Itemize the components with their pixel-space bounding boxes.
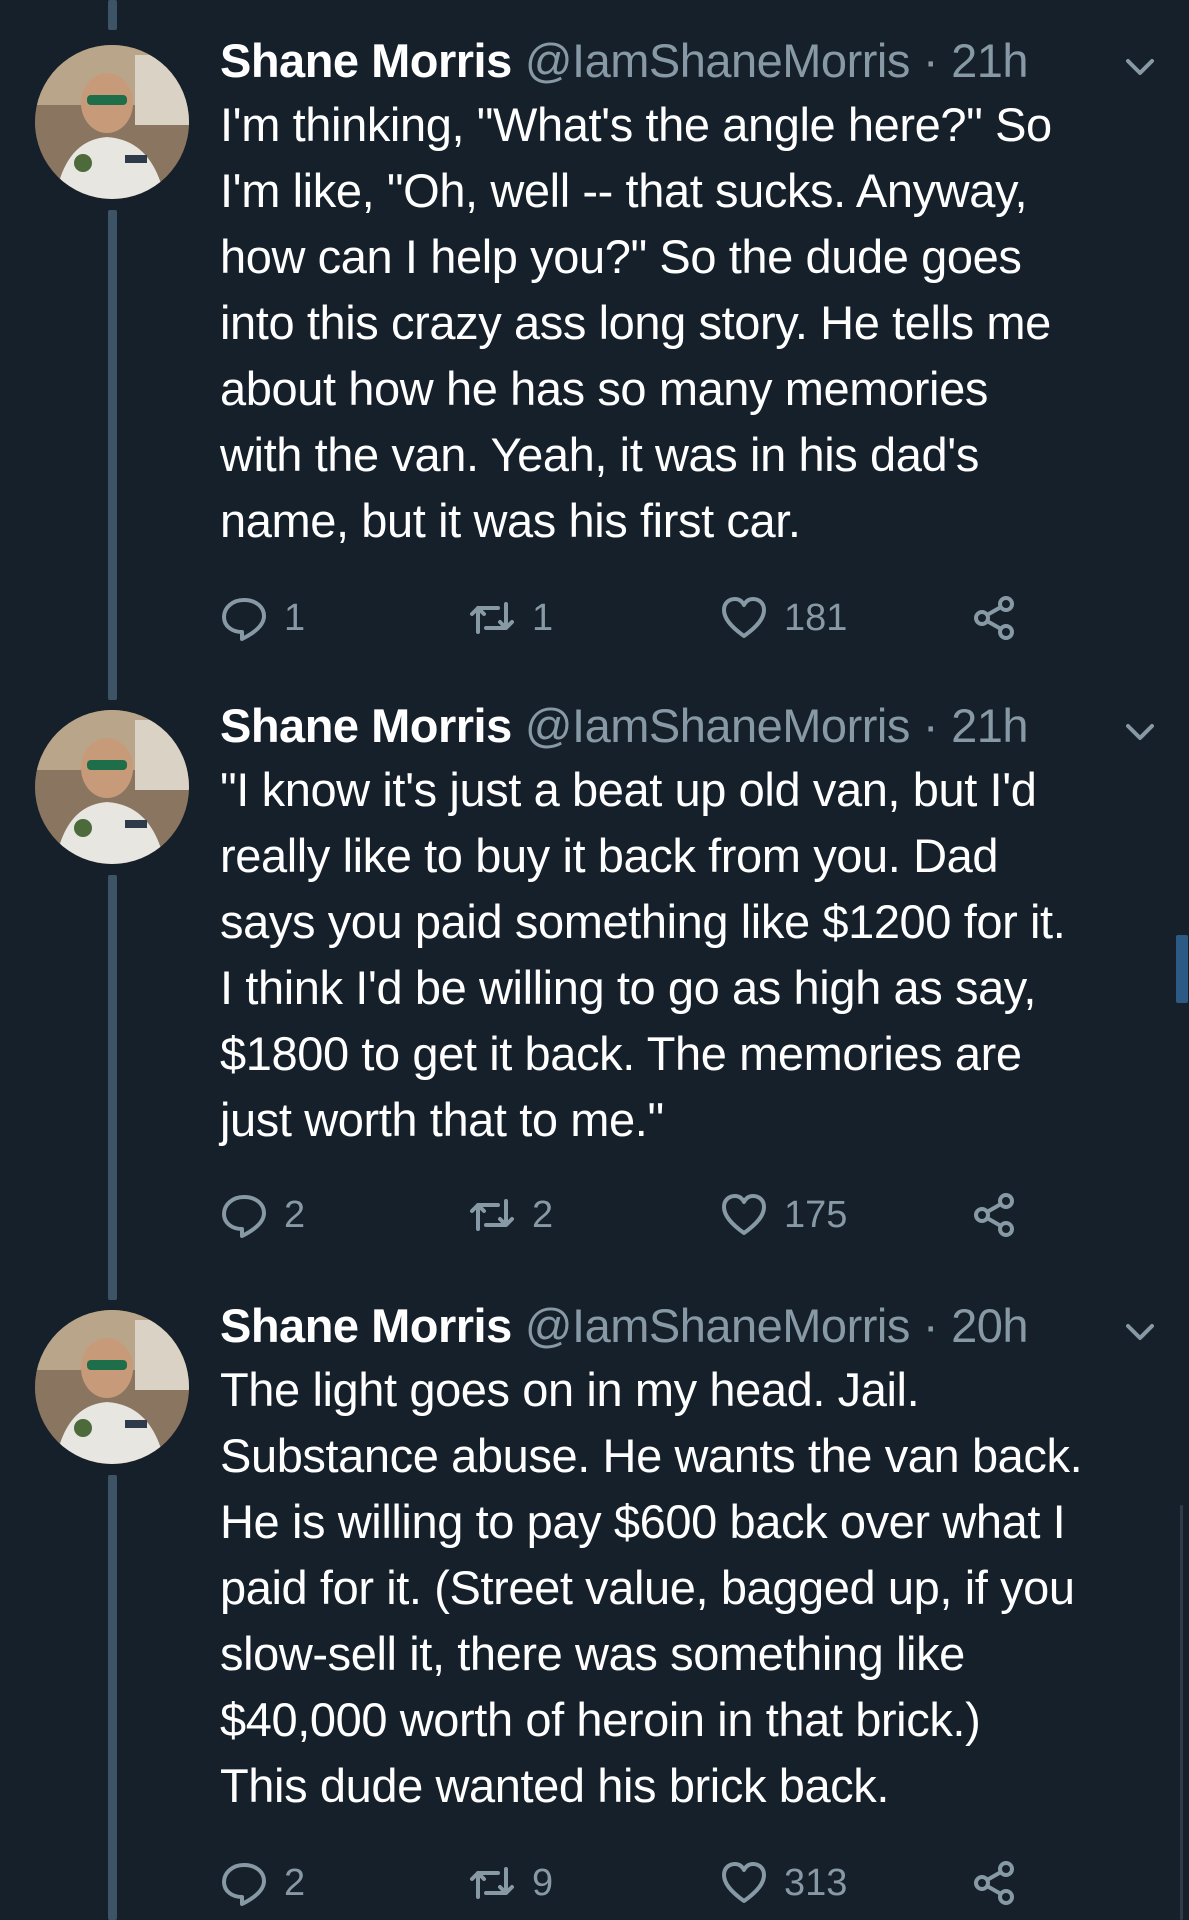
reply-count: 1 — [284, 596, 306, 639]
chevron-down-icon[interactable] — [1118, 710, 1162, 754]
share-button[interactable] — [970, 1855, 1034, 1911]
retweet-count: 9 — [532, 1861, 554, 1904]
thread-line — [108, 875, 117, 1300]
retweet-button[interactable]: 9 — [468, 1855, 553, 1911]
tweet-content: Shane Morris @IamShaneMorris · 21h I'm t… — [220, 30, 1150, 554]
avatar[interactable] — [35, 1310, 189, 1464]
author-name[interactable]: Shane Morris — [220, 34, 512, 87]
timestamp[interactable]: 21h — [951, 699, 1028, 752]
reply-icon — [222, 1863, 266, 1906]
retweet-icon — [470, 1199, 514, 1231]
separator: · — [922, 34, 939, 87]
retweet-icon — [470, 1867, 514, 1899]
like-count: 175 — [784, 1193, 848, 1236]
author-handle[interactable]: @IamShaneMorris — [525, 699, 911, 752]
retweet-count: 2 — [532, 1193, 554, 1236]
like-count: 313 — [784, 1861, 848, 1904]
author-name[interactable]: Shane Morris — [220, 1299, 512, 1352]
reply-icon — [222, 1195, 266, 1238]
thread-line — [108, 1475, 117, 1920]
tweet-text: I'm thinking, "What's the angle here?" S… — [220, 98, 1052, 547]
share-button[interactable] — [970, 1187, 1034, 1243]
tweet-header: Shane Morris @IamShaneMorris · 21h — [220, 695, 1150, 757]
separator: · — [922, 1299, 939, 1352]
thread-line — [108, 0, 117, 30]
scrollbar[interactable] — [1176, 935, 1188, 1003]
scroll-track — [1180, 1505, 1183, 1920]
like-count: 181 — [784, 596, 848, 639]
author-handle[interactable]: @IamShaneMorris — [525, 34, 911, 87]
share-button[interactable] — [970, 590, 1034, 646]
share-icon — [974, 1193, 1014, 1237]
like-button[interactable]: 313 — [720, 1855, 847, 1911]
timestamp[interactable]: 21h — [951, 34, 1028, 87]
separator: · — [922, 699, 939, 752]
timestamp[interactable]: 20h — [951, 1299, 1028, 1352]
retweet-count: 1 — [532, 596, 554, 639]
reply-count: 2 — [284, 1193, 306, 1236]
chevron-down-icon[interactable] — [1118, 1310, 1162, 1354]
like-button[interactable]: 181 — [720, 590, 847, 646]
share-icon — [974, 1861, 1014, 1905]
share-icon — [974, 596, 1014, 640]
heart-icon — [722, 1862, 766, 1903]
author-name[interactable]: Shane Morris — [220, 699, 512, 752]
reply-button[interactable]: 2 — [220, 1855, 305, 1911]
reply-button[interactable]: 1 — [220, 590, 305, 646]
tweet-text: "I know it's just a beat up old van, but… — [220, 763, 1066, 1146]
reply-icon — [222, 598, 266, 641]
heart-icon — [722, 1194, 766, 1235]
tweet-actions: 2 2 175 — [220, 1187, 1120, 1243]
retweet-icon — [470, 602, 514, 634]
tweet-header: Shane Morris @IamShaneMorris · 20h — [220, 1295, 1150, 1357]
like-button[interactable]: 175 — [720, 1187, 847, 1243]
avatar[interactable] — [35, 710, 189, 864]
tweet-header: Shane Morris @IamShaneMorris · 21h — [220, 30, 1150, 92]
avatar[interactable] — [35, 45, 189, 199]
thread-line — [108, 210, 117, 700]
reply-count: 2 — [284, 1861, 306, 1904]
tweet-content: Shane Morris @IamShaneMorris · 21h "I kn… — [220, 695, 1150, 1153]
tweet-text: The light goes on in my head. Jail. Subs… — [220, 1363, 1083, 1812]
tweet-content: Shane Morris @IamShaneMorris · 20h The l… — [220, 1295, 1150, 1819]
reply-button[interactable]: 2 — [220, 1187, 305, 1243]
retweet-button[interactable]: 1 — [468, 590, 553, 646]
heart-icon — [722, 597, 766, 638]
retweet-button[interactable]: 2 — [468, 1187, 553, 1243]
tweet-actions: 1 1 181 — [220, 590, 1120, 646]
chevron-down-icon[interactable] — [1118, 45, 1162, 89]
tweet-actions: 2 9 313 — [220, 1855, 1120, 1911]
author-handle[interactable]: @IamShaneMorris — [525, 1299, 911, 1352]
